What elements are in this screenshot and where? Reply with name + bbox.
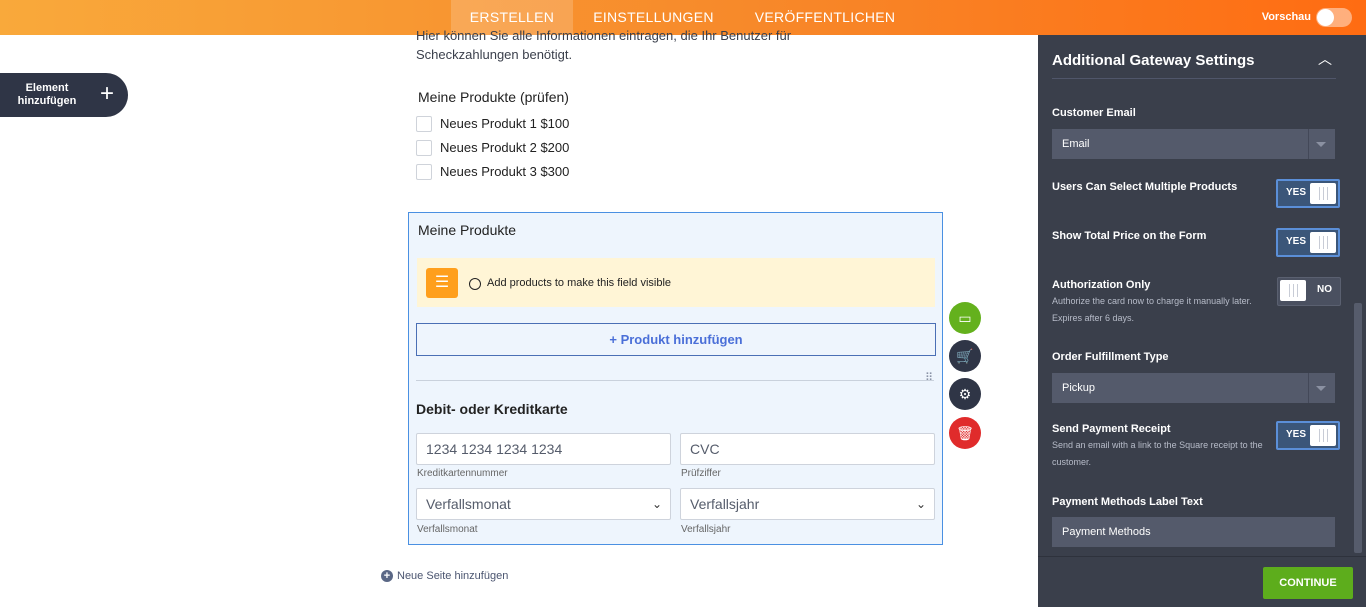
- expiry-year-value: Verfallsjahr: [690, 496, 760, 512]
- preview-toggle-knob: [1317, 9, 1334, 26]
- authorization-label: Authorization Only: [1052, 279, 1151, 291]
- receipt-toggle[interactable]: YES: [1276, 421, 1340, 450]
- drag-handle-icon[interactable]: ⠿: [925, 371, 933, 384]
- toggle-knob: [1310, 425, 1336, 446]
- chevron-down-icon: ⌄: [915, 497, 926, 511]
- checkbox[interactable]: [416, 163, 432, 180]
- products-notice: ☰ Add products to make this field visibl…: [417, 258, 935, 307]
- product-option-3[interactable]: Neues Produkt 3 $300: [416, 163, 569, 180]
- checkbox[interactable]: [416, 115, 432, 132]
- toggle-state: YES: [1286, 429, 1307, 440]
- expiry-year-label: Verfallsjahr: [681, 524, 731, 535]
- gateway-settings-panel: Additional Gateway Settings ︿ Customer E…: [1038, 35, 1366, 607]
- chevron-up-icon[interactable]: ︿: [1318, 49, 1332, 69]
- cart-icon: 🛒: [956, 348, 974, 364]
- preview-label: Vorschau: [1261, 11, 1311, 23]
- customer-email-select[interactable]: Email: [1052, 129, 1335, 159]
- multiple-products-label: Users Can Select Multiple Products: [1052, 181, 1238, 193]
- add-new-page-label: Neue Seite hinzufügen: [397, 570, 509, 582]
- toggle-knob: [1280, 280, 1306, 301]
- show-total-toggle[interactable]: YES: [1276, 228, 1340, 257]
- add-product-button[interactable]: + Produkt hinzufügen: [416, 323, 936, 356]
- toggle-state: YES: [1286, 187, 1307, 198]
- panel-divider: [1052, 78, 1336, 79]
- add-element-button[interactable]: Element hinzufügen +: [0, 73, 128, 117]
- payment-methods-label: Payment Methods Label Text: [1052, 496, 1203, 508]
- trash-icon: 🗑: [956, 425, 974, 441]
- expiry-month-value: Verfallsmonat: [426, 496, 511, 512]
- fulfillment-label: Order Fulfillment Type: [1052, 351, 1169, 363]
- panel-footer: CONTINUE: [1038, 556, 1366, 607]
- settings-button[interactable]: ⚙: [949, 378, 981, 410]
- intro-text: Hier können Sie alle Informationen eintr…: [416, 28, 792, 62]
- dropdown-arrow-icon: [1316, 142, 1326, 147]
- customer-email-value: Email: [1062, 138, 1090, 150]
- product-option-2[interactable]: Neues Produkt 2 $200: [416, 139, 569, 156]
- select-arrow-box: [1308, 129, 1335, 159]
- continue-button[interactable]: CONTINUE: [1263, 567, 1353, 599]
- plus-icon: +: [100, 80, 115, 107]
- receipt-label: Send Payment Receipt: [1052, 423, 1171, 435]
- delete-button[interactable]: 🗑: [949, 417, 981, 449]
- products-field-title: Meine Produkte: [418, 222, 517, 238]
- customer-email-label: Customer Email: [1052, 107, 1136, 119]
- cart-button[interactable]: 🛒: [949, 340, 981, 372]
- cvc-input[interactable]: CVC: [680, 433, 935, 465]
- preview-toggle[interactable]: [1316, 8, 1352, 27]
- fulfillment-select[interactable]: Pickup: [1052, 373, 1335, 403]
- show-total-label: Show Total Price on the Form: [1052, 230, 1207, 242]
- radio-circle-icon: [469, 278, 481, 290]
- product-option-label: Neues Produkt 3 $300: [440, 164, 570, 179]
- product-option-label: Neues Produkt 1 $100: [440, 116, 570, 131]
- expiry-year-select[interactable]: Verfallsjahr ⌄: [680, 488, 935, 520]
- authorization-toggle[interactable]: NO: [1277, 277, 1341, 306]
- multiple-products-toggle[interactable]: YES: [1276, 179, 1340, 208]
- product-option-1[interactable]: Neues Produkt 1 $100: [416, 115, 569, 132]
- products-check-title: Meine Produkte (prüfen): [418, 89, 569, 105]
- selected-products-field[interactable]: Meine Produkte ☰ Add products to make th…: [408, 212, 943, 545]
- expiry-month-select[interactable]: Verfallsmonat ⌄: [416, 488, 671, 520]
- cvc-label: Prüfziffer: [681, 468, 721, 479]
- payment-card-icon: ▭: [958, 310, 972, 326]
- product-option-label: Neues Produkt 2 $200: [440, 140, 570, 155]
- card-number-input[interactable]: 1234 1234 1234 1234: [416, 433, 671, 465]
- add-element-label: Element hinzufügen: [17, 82, 77, 107]
- card-number-label: Kreditkartennummer: [417, 468, 508, 479]
- add-new-page-link[interactable]: + Neue Seite hinzufügen: [381, 570, 508, 582]
- fulfillment-value: Pickup: [1062, 382, 1096, 394]
- divider: [416, 380, 934, 381]
- dropdown-arrow-icon: [1316, 386, 1326, 391]
- payment-settings-button[interactable]: ▭: [949, 302, 981, 334]
- toggle-state: NO: [1317, 284, 1332, 295]
- products-notice-text: Add products to make this field visible: [487, 277, 672, 289]
- gear-icon: ⚙: [958, 386, 972, 402]
- payment-methods-input[interactable]: Payment Methods: [1052, 517, 1335, 547]
- toggle-knob: [1310, 232, 1336, 253]
- select-arrow-box: [1308, 373, 1335, 403]
- toggle-knob: [1310, 183, 1336, 204]
- checkbox[interactable]: [416, 139, 432, 156]
- panel-title: Additional Gateway Settings: [1052, 52, 1255, 69]
- toggle-state: YES: [1286, 236, 1307, 247]
- chevron-down-icon: ⌄: [651, 497, 662, 511]
- plus-circle-icon: +: [381, 570, 393, 582]
- receipt-description: Send an email with a link to the Square …: [1052, 440, 1263, 467]
- card-section-title: Debit- oder Kreditkarte: [416, 401, 568, 417]
- product-list-icon: ☰: [426, 268, 458, 298]
- expiry-month-label: Verfallsmonat: [417, 524, 478, 535]
- authorization-description: Authorize the card now to charge it manu…: [1052, 296, 1252, 323]
- panel-scrollbar[interactable]: [1354, 303, 1362, 553]
